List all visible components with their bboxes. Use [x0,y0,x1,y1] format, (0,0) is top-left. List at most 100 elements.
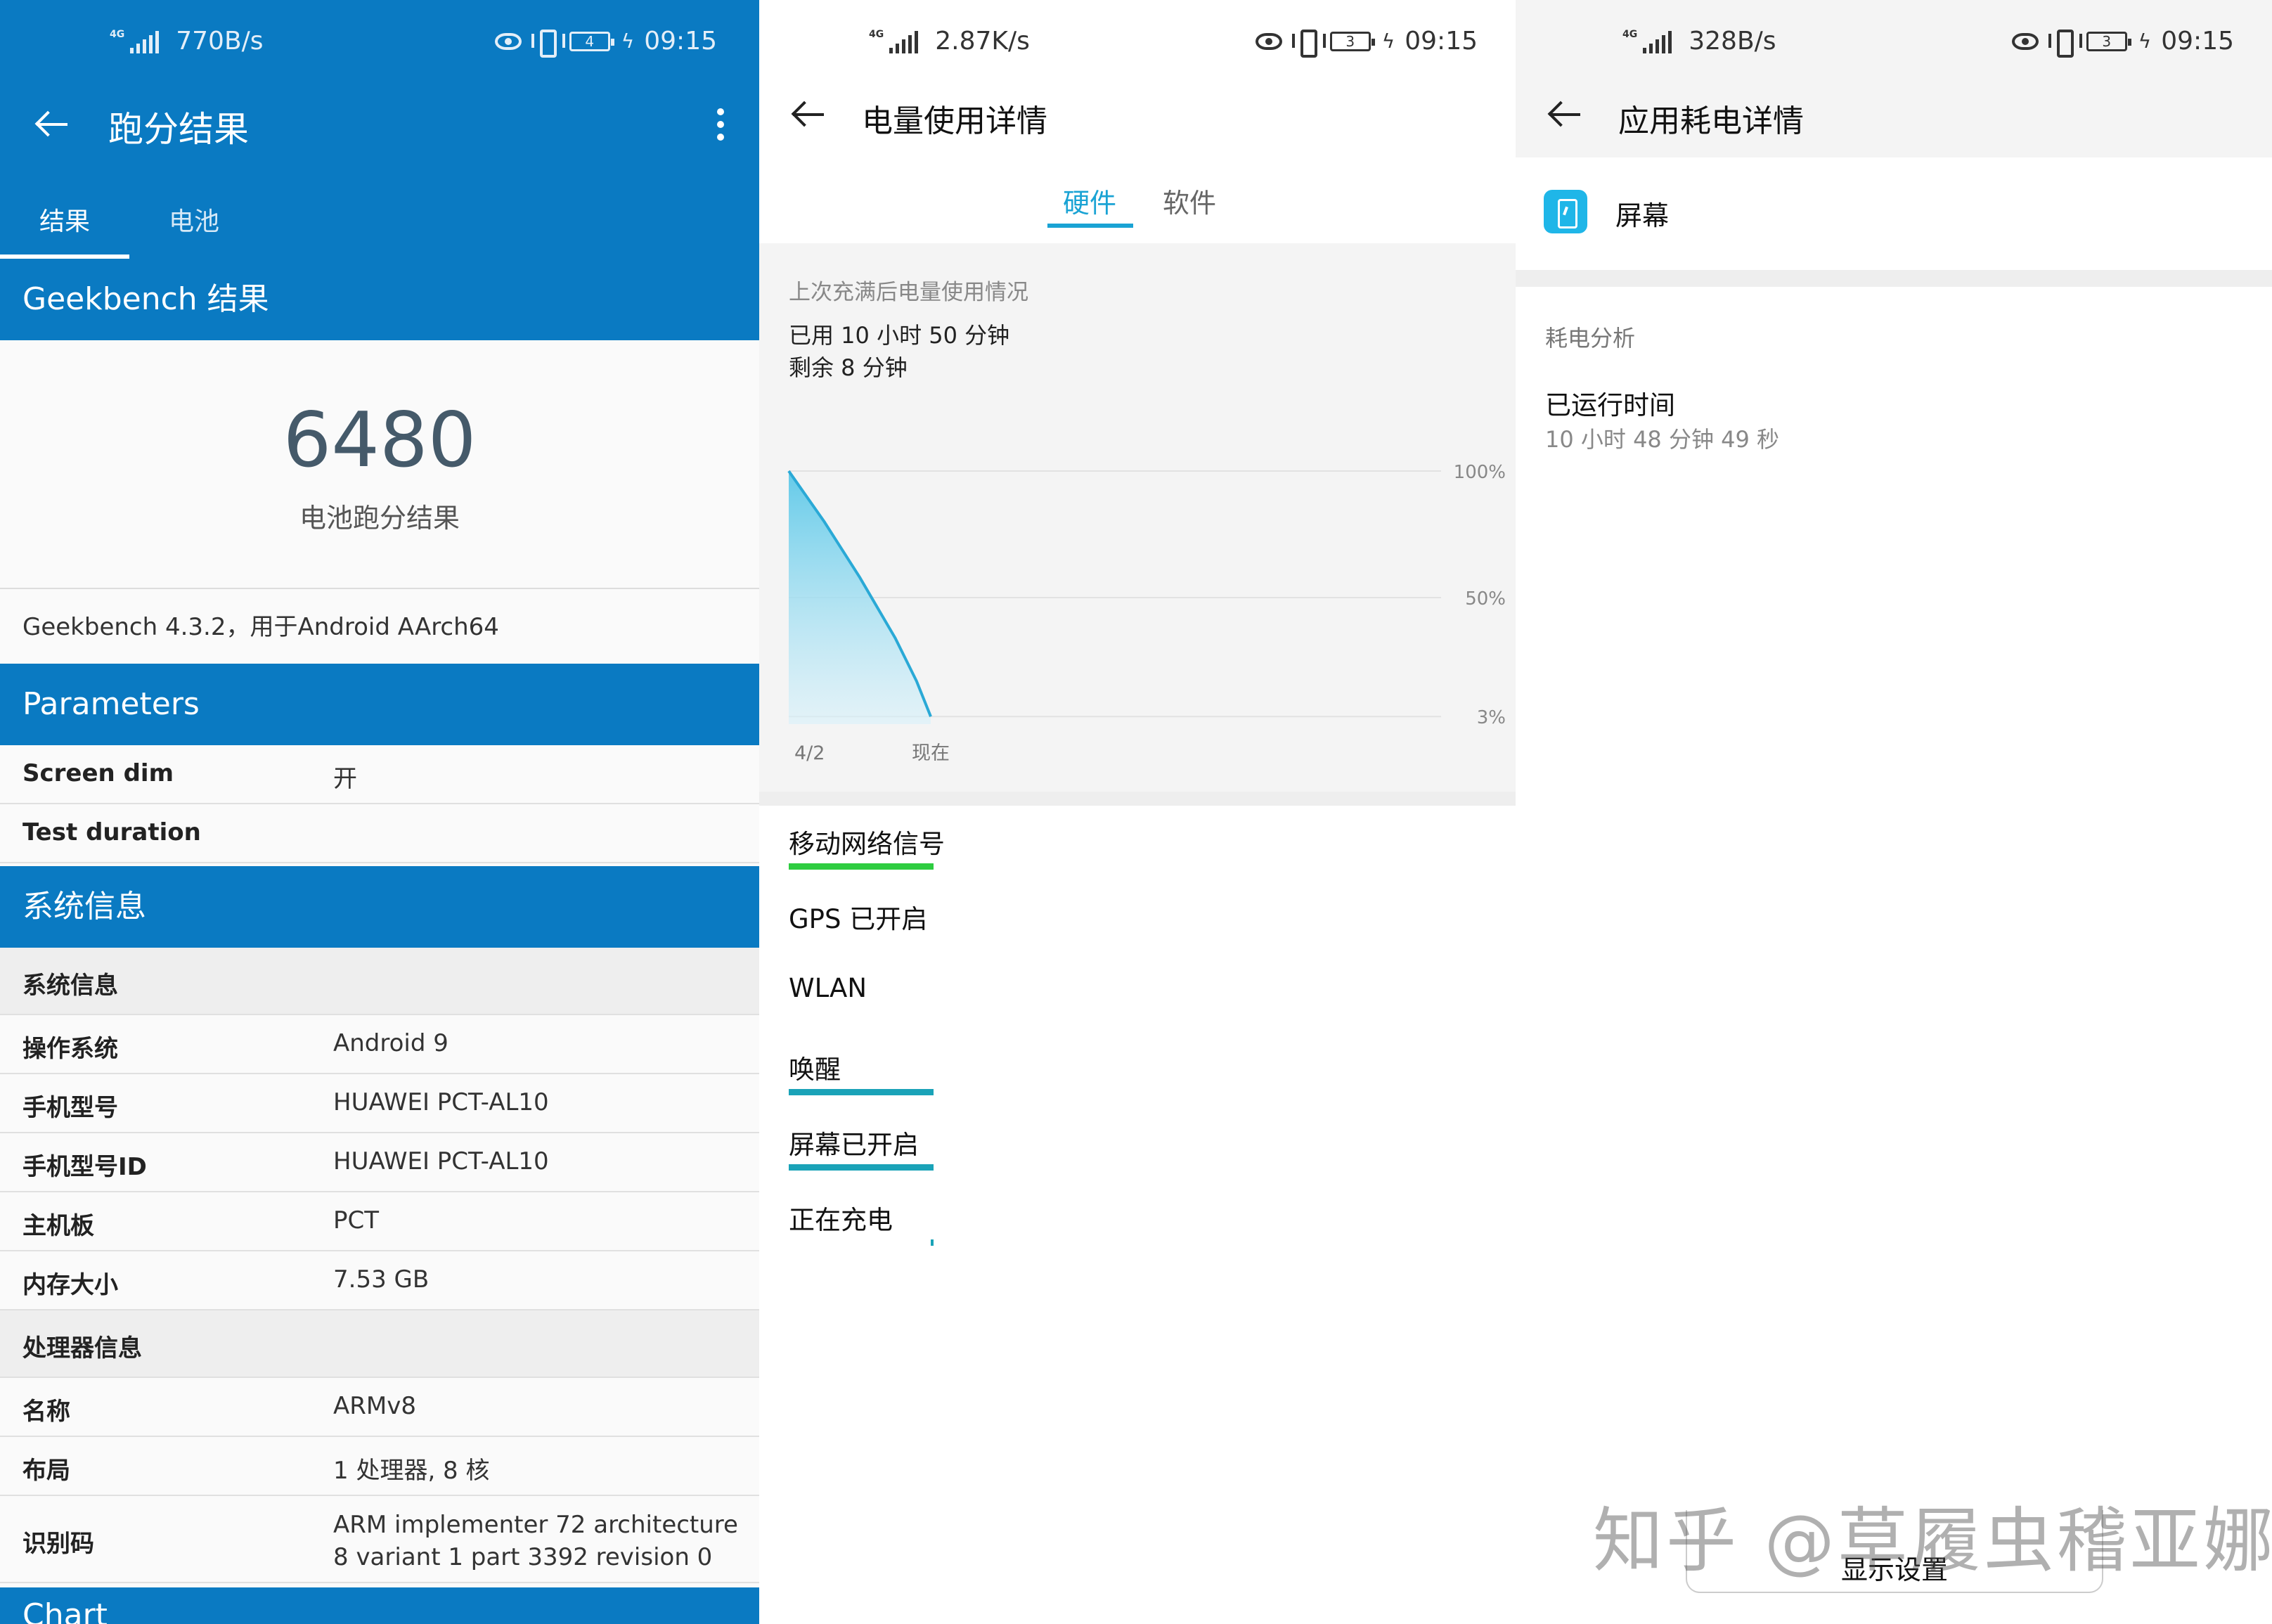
cpu-row: 识别码 ARM implementer 72 architecture 8 va… [0,1496,759,1583]
eye-comfort-icon [1255,32,1282,50]
tab-results[interactable]: 结果 [39,201,90,238]
hardware-usage-bar [789,863,934,870]
hardware-item-label: 唤醒 [789,1055,841,1085]
hardware-usage-bar [931,1239,934,1246]
tab-software[interactable]: 软件 [1163,181,1216,220]
geekbench-panel: 4G 770B/s 4 ϟ 09:15 跑分结果 结果 电池 Geekbench… [0,0,759,1624]
system-key: 手机型号ID [22,1153,147,1181]
cpu-value: ARM implementer 72 architecture 8 varian… [333,1511,738,1571]
watermark: 知乎 @草履虫稽亚娜 [1593,1500,2272,1582]
clock: 09:15 [644,27,717,56]
hardware-item-label: 屏幕已开启 [789,1130,919,1160]
time-used: 已用 10 小时 50 分钟 [789,322,1010,349]
hardware-item-label: GPS 已开启 [789,904,928,934]
app-power-panel: 4G 328B/s 3 ϟ 09:15 应用耗电详情 屏幕 耗电分析 已运行时间… [1516,0,2272,1624]
system-value: Android 9 [333,1029,448,1057]
system-value: 7.53 GB [333,1265,430,1294]
back-arrow-icon[interactable] [793,101,824,127]
signal-icon: 4G [1622,30,1672,53]
system-key: 手机型号 [22,1094,118,1122]
score-label: 电池跑分结果 [299,503,460,534]
app-name: 屏幕 [1615,200,1670,231]
hardware-item-label: 正在充电 [789,1205,893,1235]
subheader-processor: 处理器信息 [0,1310,759,1378]
hardware-item-label: WLAN [789,973,867,1003]
battery-level-chart: 100% 50% 3% 4/2 现在 [787,462,1506,764]
vibrate-icon [2048,29,2082,58]
runtime-label: 已运行时间 [1545,390,1675,420]
status-right: 4 ϟ 09:15 [494,27,717,58]
status-left: 4G 770B/s [110,27,264,56]
status-right: 3 ϟ 09:15 [1255,27,1478,58]
hardware-item-label: 移动网络信号 [789,829,945,859]
section-header-system: 系统信息 [0,866,759,948]
signal-icon: 4G [110,30,160,53]
cpu-key: 布局 [22,1457,70,1485]
y-tick-label: 3% [1477,707,1506,728]
subheader-label: 系统信息 [22,972,118,1000]
vibrate-icon [1291,29,1326,58]
cpu-row: 布局 1 处理器, 8 核 [0,1437,759,1496]
page-title: 跑分结果 [108,109,249,150]
eye-comfort-icon [494,32,522,50]
y-tick-label: 100% [1454,462,1506,483]
toolbar: 电量使用详情 [759,87,1516,157]
subheader-system: 系统信息 [0,948,759,1015]
system-value: HUAWEI PCT-AL10 [333,1147,549,1175]
status-left: 4G 2.87K/s [869,27,1030,56]
status-bar: 4G 2.87K/s 3 ϟ 09:15 [759,0,1516,87]
x-tick-label: 4/2 [794,742,825,764]
battery-icon: 3 [2086,31,2131,51]
param-key: Screen dim [22,759,174,787]
clock: 09:15 [2161,27,2234,56]
battery-usage-panel: 4G 2.87K/s 3 ϟ 09:15 电量使用详情 硬件 软件 上次充满后电… [759,0,1516,1624]
page-title: 应用耗电详情 [1618,103,1804,139]
system-row: 手机型号 HUAWEI PCT-AL10 [0,1074,759,1133]
toolbar: 应用耗电详情 [1516,87,2272,157]
cpu-value: 1 处理器, 8 核 [333,1457,490,1485]
charging-icon: ϟ [1381,30,1395,53]
section-label: 耗电分析 [1545,325,1636,352]
tab-indicator [1047,224,1133,228]
time-remaining: 剩余 8 分钟 [789,354,908,381]
section-header-chart: Chart [0,1587,759,1624]
tab-bar: 结果 电池 [0,187,759,259]
section-header-parameters: Parameters [0,664,759,745]
system-row: 手机型号ID HUAWEI PCT-AL10 [0,1133,759,1192]
tab-battery[interactable]: 电池 [169,201,219,238]
param-row: Screen dim 开 [0,745,759,804]
y-axis-ticks: 100% 50% 3% [1454,462,1506,728]
param-key: Test duration [22,818,201,846]
param-row: Test duration [0,804,759,863]
screen-app-icon [1544,190,1587,233]
battery-icon: 3 [1329,31,1375,51]
cpu-row: 名称 ARMv8 [0,1378,759,1437]
divider [0,588,759,589]
subheader-label: 处理器信息 [22,1334,142,1362]
hardware-usage-bar [789,1089,934,1095]
battery-score: 6480 [283,397,477,484]
back-arrow-icon[interactable] [1549,101,1580,127]
more-options-icon[interactable] [717,108,724,143]
charging-icon: ϟ [621,30,635,53]
signal-icon: 4G [869,30,919,53]
eye-comfort-icon [2011,32,2039,50]
back-arrow-icon[interactable] [37,111,67,136]
divider [759,792,1516,806]
score-card: 6480 电池跑分结果 [0,340,759,588]
system-key: 内存大小 [22,1271,118,1299]
tab-hardware[interactable]: 硬件 [1063,181,1116,220]
system-value: HUAWEI PCT-AL10 [333,1088,549,1116]
clock: 09:15 [1405,27,1478,56]
status-bar: 4G 328B/s 3 ϟ 09:15 [1516,0,2272,87]
status-left: 4G 328B/s [1622,27,1776,56]
divider [1516,270,2272,287]
runtime-value: 10 小时 48 分钟 49 秒 [1545,426,1780,453]
page-title: 电量使用详情 [862,103,1047,139]
system-key: 主机板 [22,1212,94,1240]
network-speed: 328B/s [1689,27,1776,56]
cpu-value: ARMv8 [333,1392,416,1420]
system-row: 主机板 PCT [0,1192,759,1251]
system-row: 操作系统 Android 9 [0,1015,759,1074]
x-tick-label: 现在 [912,742,950,764]
